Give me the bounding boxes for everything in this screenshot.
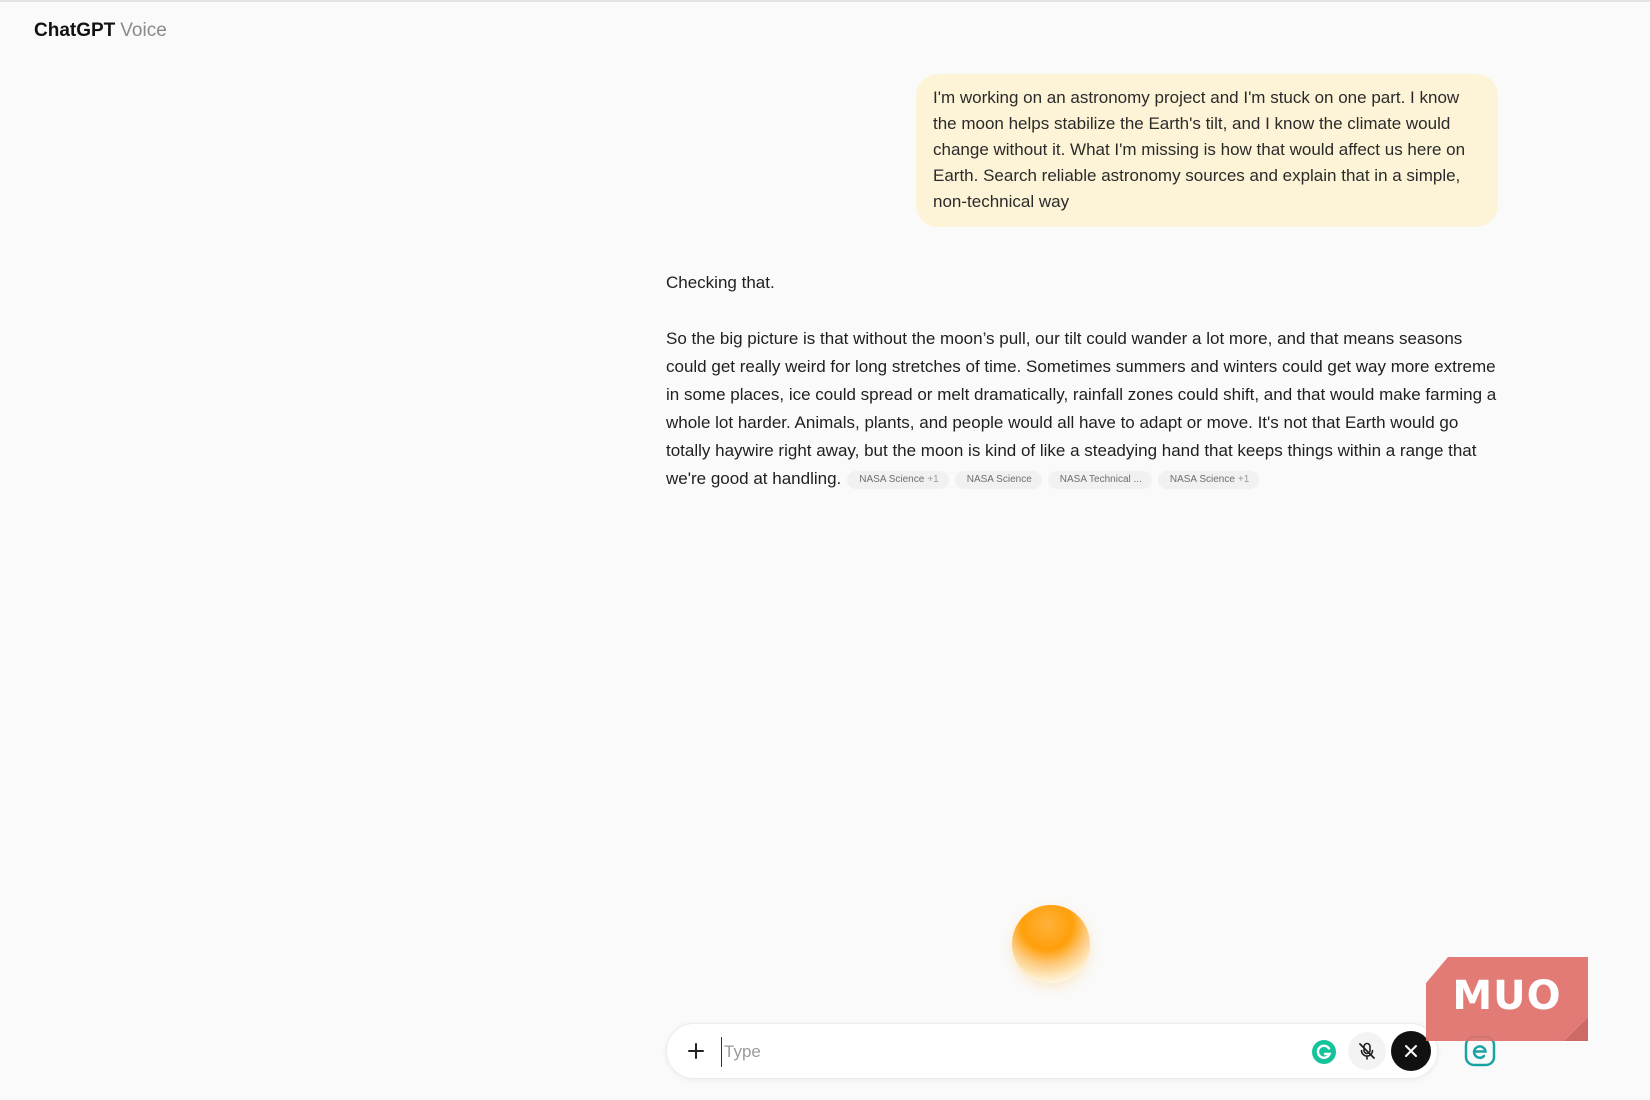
plus-icon bbox=[688, 1043, 704, 1059]
app-name: ChatGPT bbox=[34, 20, 116, 41]
message-input[interactable] bbox=[721, 1037, 1246, 1067]
assistant-answer-text: So the big picture is that without the m… bbox=[666, 329, 1497, 488]
message-composer bbox=[666, 1023, 1438, 1079]
voice-chat-page: ChatGPT Voice I'm working on an astronom… bbox=[0, 0, 1650, 1100]
citation-count: +1 bbox=[927, 474, 939, 485]
grammarly-icon bbox=[1312, 1040, 1336, 1064]
assistant-intro: Checking that. bbox=[666, 273, 775, 292]
app-mode-label: Voice bbox=[120, 20, 167, 41]
voice-orb bbox=[1012, 905, 1090, 983]
close-icon bbox=[1405, 1045, 1417, 1057]
citation-chip[interactable]: NASA Science +1 bbox=[847, 471, 949, 489]
mute-microphone-button[interactable] bbox=[1348, 1032, 1386, 1070]
grammarly-button[interactable] bbox=[1310, 1038, 1338, 1066]
mic-off-icon bbox=[1359, 1042, 1375, 1060]
citation-chip[interactable]: NASA Technical ... bbox=[1047, 471, 1152, 489]
citation-label: NASA Science bbox=[859, 474, 925, 485]
assistant-answer: So the big picture is that without the m… bbox=[666, 325, 1506, 493]
add-attachment-button[interactable] bbox=[681, 1036, 711, 1066]
citation-count: +1 bbox=[1237, 474, 1250, 485]
citation-chip[interactable]: NASA Science bbox=[954, 471, 1042, 489]
muo-watermark-logo: MUO bbox=[1426, 957, 1588, 1041]
citation-label: NASA Technical ... bbox=[1059, 474, 1142, 485]
app-header: ChatGPT Voice bbox=[34, 20, 167, 42]
watermark-text: MUO bbox=[1452, 973, 1562, 1019]
citation-label: NASA Science bbox=[1169, 474, 1235, 485]
citation-list: NASA Science +1 NASA Science NASA Technical… bbox=[841, 469, 1260, 489]
citation-label: NASA Science bbox=[966, 474, 1032, 485]
end-voice-button[interactable] bbox=[1391, 1031, 1431, 1071]
assistant-message: Checking that. So the big picture is tha… bbox=[666, 269, 1506, 493]
user-message-bubble: I'm working on an astronomy project and … bbox=[916, 74, 1498, 227]
citation-chip[interactable]: NASA Science +1 bbox=[1157, 471, 1260, 489]
